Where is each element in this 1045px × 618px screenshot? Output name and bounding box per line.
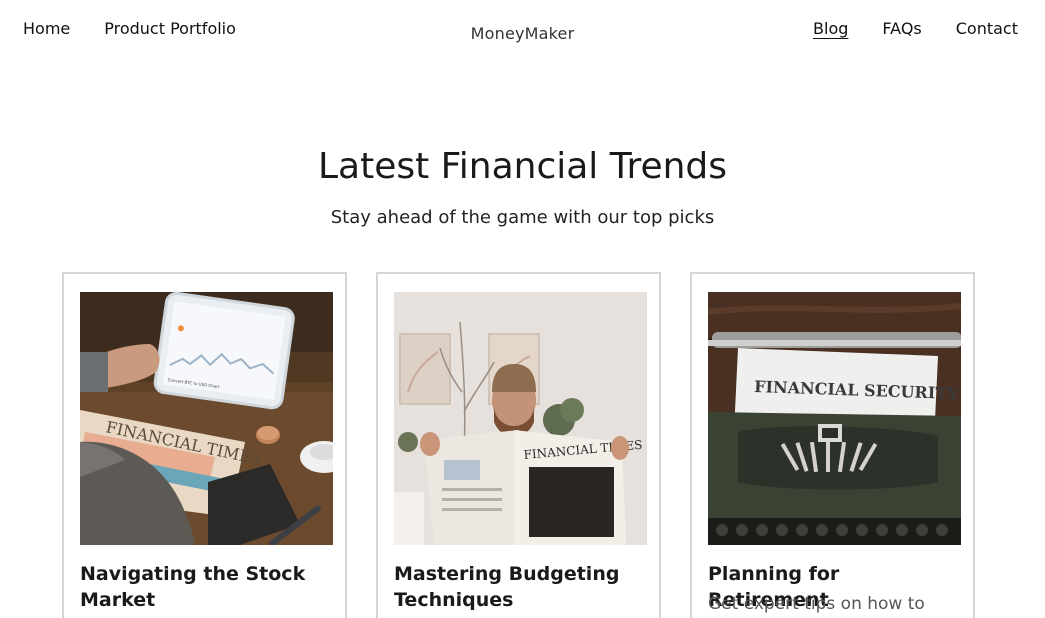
article-card-stock-market[interactable]: FINANCIAL TIMES Convert BTC to USD Chart [62, 272, 347, 618]
card-image-man-reading-newspaper[interactable]: FINANCIAL TIMES [394, 292, 647, 545]
nav-contact-link[interactable]: Contact [956, 18, 1018, 40]
card-title[interactable]: Navigating the Stock Market [80, 561, 320, 613]
card-image-tablet-newspaper[interactable]: FINANCIAL TIMES Convert BTC to USD Chart [80, 292, 333, 545]
nav-blog-link[interactable]: Blog [813, 18, 848, 40]
article-card-retirement[interactable]: FINANCIAL SECURITY Planning for Retireme… [690, 272, 975, 618]
card-image-typewriter[interactable]: FINANCIAL SECURITY [708, 292, 961, 545]
page: Home Product Portfolio MoneyMaker Blog F… [0, 0, 1045, 618]
card-title[interactable]: Mastering Budgeting Techniques [394, 561, 634, 613]
card-description: Get expert tips on how to [708, 594, 925, 614]
primary-nav-right: Blog FAQs Contact [813, 18, 1018, 40]
article-card-budgeting[interactable]: FINANCIAL TIMES Mastering Budgeting Tech… [376, 272, 661, 618]
section-title: Latest Financial Trends [317, 146, 728, 187]
nav-faqs-link[interactable]: FAQs [882, 18, 921, 40]
section-subtitle: Stay ahead of the game with our top pick… [330, 207, 715, 228]
